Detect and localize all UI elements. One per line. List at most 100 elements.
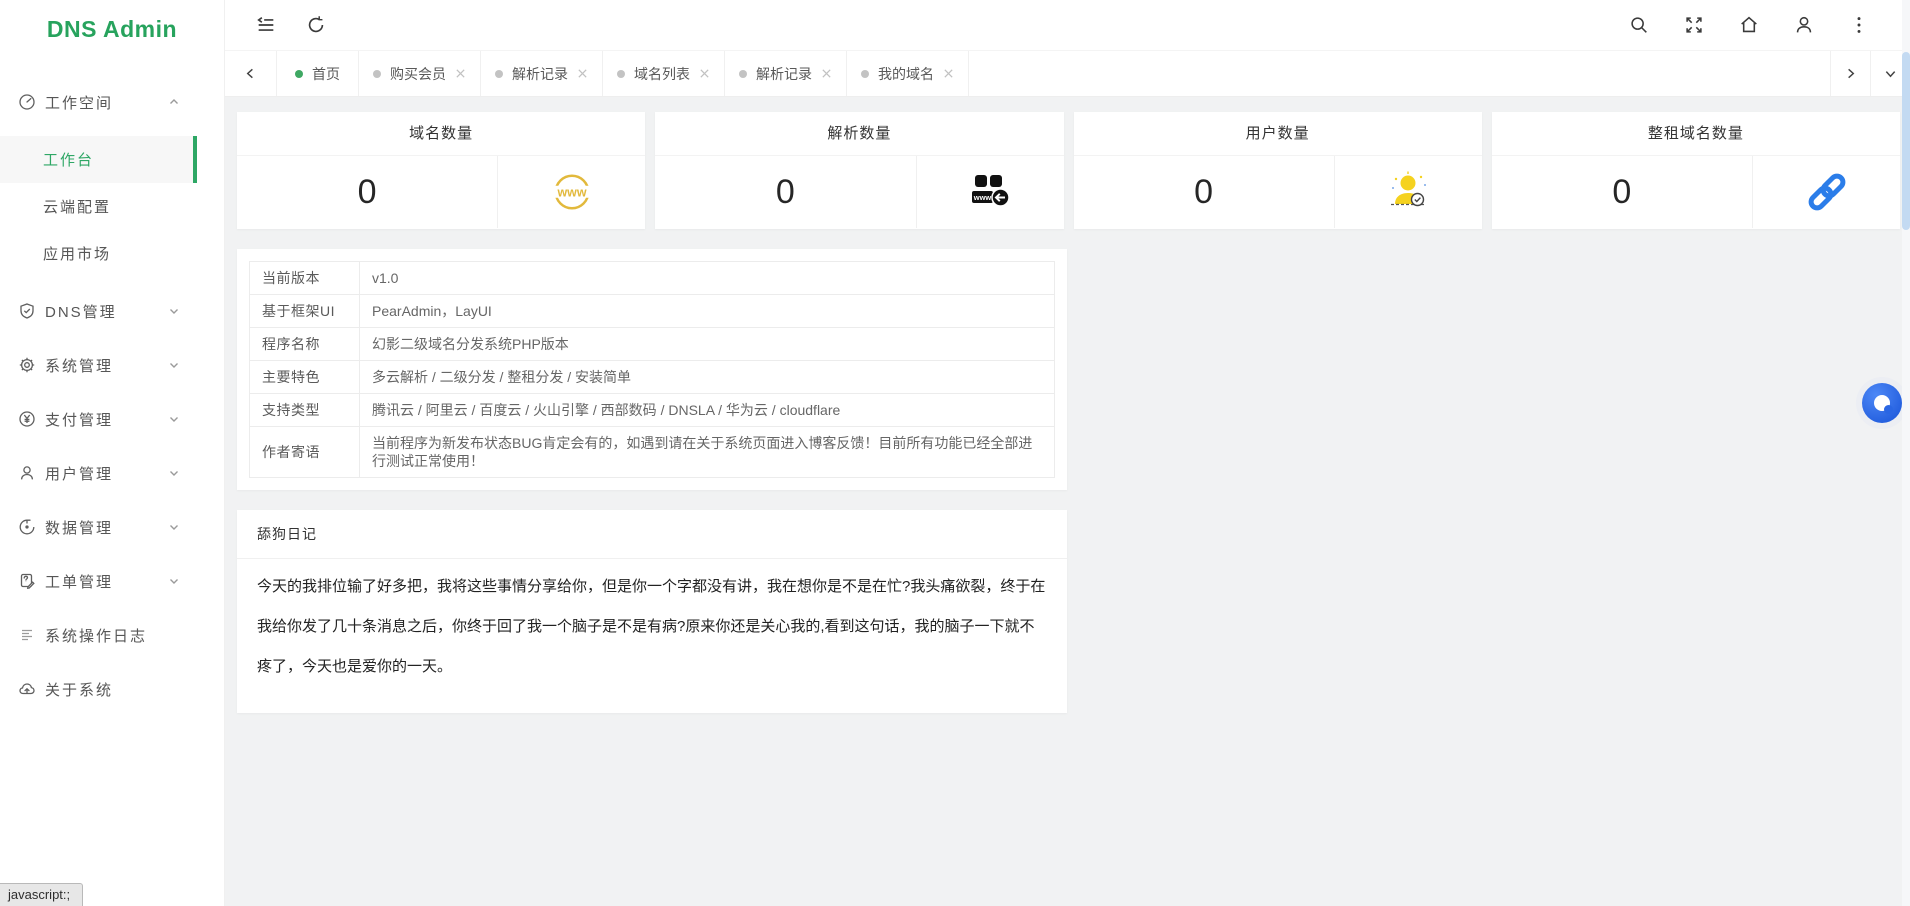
chevron-down-icon — [168, 305, 180, 317]
tab-resolve-records-1[interactable]: 解析记录 — [481, 51, 603, 96]
chevron-down-icon — [168, 359, 180, 371]
user-icon — [18, 464, 36, 482]
diary-card: 舔狗日记 今天的我排位输了好多把，我将这些事情分享给你，但是你一个字都没有讲，我… — [237, 510, 1067, 713]
tab-status-dot — [295, 70, 303, 78]
stat-card-rented-domains: 整租域名数量 0 — [1492, 112, 1900, 229]
search-button[interactable] — [1628, 14, 1650, 36]
sidebar-item-label: 工作空间 — [45, 92, 113, 113]
floating-assistant-button[interactable] — [1856, 377, 1908, 429]
kebab-menu-icon — [1848, 14, 1870, 36]
fullscreen-icon — [1683, 14, 1705, 36]
sidebar-item-workspace[interactable]: 工作空间 — [0, 82, 224, 122]
info-value: PearAdmin，LayUI — [360, 295, 1055, 328]
sidebar-item-data-manage[interactable]: 数据管理 — [0, 507, 224, 547]
tab-buy-member[interactable]: 购买会员 — [359, 51, 481, 96]
sidebar-submenu-workspace: 工作台 云端配置 应用市场 — [0, 136, 224, 277]
assistant-icon — [1862, 383, 1902, 423]
home-icon — [1738, 14, 1760, 36]
info-label: 基于框架UI — [250, 295, 360, 328]
topbar-right — [1628, 14, 1910, 36]
close-icon[interactable] — [577, 68, 588, 79]
stat-card-resolves: 解析数量 0 www — [655, 112, 1063, 229]
close-icon[interactable] — [699, 68, 710, 79]
main-area: 首页 购买会员 解析记录 域名列表 解析记录 — [225, 0, 1910, 906]
info-label: 支持类型 — [250, 394, 360, 427]
sidebar-item-cloud-config[interactable]: 云端配置 — [0, 183, 224, 230]
user-icon — [1793, 14, 1815, 36]
stat-card-domains: 域名数量 0 www — [237, 112, 645, 229]
tabbar: 首页 购买会员 解析记录 域名列表 解析记录 — [225, 50, 1910, 97]
tab-resolve-records-2[interactable]: 解析记录 — [725, 51, 847, 96]
tab-status-dot — [495, 70, 503, 78]
tabs-scroll-left-button[interactable] — [225, 51, 277, 96]
chevron-down-icon — [168, 521, 180, 533]
chevron-right-icon — [1844, 67, 1857, 80]
info-value: v1.0 — [360, 262, 1055, 295]
refresh-icon — [305, 14, 327, 36]
tab-status-dot — [373, 70, 381, 78]
sidebar-item-label: 系统操作日志 — [45, 625, 147, 646]
chevron-down-icon — [1884, 67, 1897, 80]
collapse-menu-icon — [255, 14, 277, 36]
sidebar-item-app-market[interactable]: 应用市场 — [0, 230, 224, 277]
system-info-table: 当前版本 v1.0 基于框架UI PearAdmin，LayUI 程序名称 幻影… — [249, 261, 1055, 478]
stat-title: 解析数量 — [655, 112, 1063, 156]
stat-title: 整租域名数量 — [1492, 112, 1900, 156]
sidebar-item-about-system[interactable]: 关于系统 — [0, 669, 224, 709]
chevron-up-icon — [168, 96, 180, 108]
data-sync-icon — [18, 518, 36, 536]
yen-icon — [18, 410, 36, 428]
sidebar-item-label: 关于系统 — [45, 679, 113, 700]
table-row: 作者寄语 当前程序为新发布状态BUG肯定会有的，如遇到请在关于系统页面进入博客反… — [250, 427, 1055, 478]
sidebar-item-label: 用户管理 — [45, 463, 113, 484]
tabs-scroll-right-button[interactable] — [1830, 51, 1870, 96]
shield-check-icon — [18, 302, 36, 320]
log-icon — [18, 626, 36, 644]
system-info-card: 当前版本 v1.0 基于框架UI PearAdmin，LayUI 程序名称 幻影… — [237, 249, 1067, 490]
collapse-sidebar-button[interactable] — [255, 14, 277, 36]
stat-value: 0 — [655, 156, 916, 228]
more-menu-button[interactable] — [1848, 14, 1870, 36]
table-row: 支持类型 腾讯云 / 阿里云 / 百度云 / 火山引擎 / 西部数码 / DNS… — [250, 394, 1055, 427]
close-icon[interactable] — [821, 68, 832, 79]
info-label: 作者寄语 — [250, 427, 360, 478]
sidebar-item-label: 支付管理 — [45, 409, 113, 430]
close-icon[interactable] — [943, 68, 954, 79]
app-root: DNS Admin 工作空间 工作台 云端配置 应用市场 DNS管理 系统管理 — [0, 0, 1910, 906]
refresh-button[interactable] — [305, 14, 327, 36]
info-label: 当前版本 — [250, 262, 360, 295]
dns-resolve-icon: www — [968, 172, 1012, 212]
sidebar-item-payment-manage[interactable]: 支付管理 — [0, 399, 224, 439]
chevron-down-icon — [168, 467, 180, 479]
tab-label: 首页 — [312, 64, 340, 84]
tab-my-domains[interactable]: 我的域名 — [847, 51, 969, 96]
sidebar-item-system-manage[interactable]: 系统管理 — [0, 345, 224, 385]
info-value: 腾讯云 / 阿里云 / 百度云 / 火山引擎 / 西部数码 / DNSLA / … — [360, 394, 1055, 427]
sidebar-item-ticket-manage[interactable]: 工单管理 — [0, 561, 224, 601]
table-row: 当前版本 v1.0 — [250, 262, 1055, 295]
stats-row: 域名数量 0 www 解析数量 0 www — [237, 112, 1900, 229]
scrollbar-thumb[interactable] — [1902, 52, 1910, 230]
stat-title: 域名数量 — [237, 112, 645, 156]
user-button[interactable] — [1793, 14, 1815, 36]
tab-status-dot — [739, 70, 747, 78]
tab-domain-list[interactable]: 域名列表 — [603, 51, 725, 96]
domain-www-icon: www — [549, 169, 595, 215]
stat-title: 用户数量 — [1074, 112, 1482, 156]
info-label: 程序名称 — [250, 328, 360, 361]
sidebar-item-user-manage[interactable]: 用户管理 — [0, 453, 224, 493]
stat-value: 0 — [1492, 156, 1753, 228]
link-preview-statusbar: javascript:; — [0, 883, 83, 906]
home-button[interactable] — [1738, 14, 1760, 36]
sidebar-item-label: DNS管理 — [45, 301, 117, 322]
info-value: 当前程序为新发布状态BUG肯定会有的，如遇到请在关于系统页面进入博客反馈！目前所… — [360, 427, 1055, 478]
stat-card-users: 用户数量 0 — [1074, 112, 1482, 229]
sidebar-item-dns-manage[interactable]: DNS管理 — [0, 291, 224, 331]
close-icon[interactable] — [455, 68, 466, 79]
sidebar-item-workbench[interactable]: 工作台 — [0, 136, 197, 183]
tab-home[interactable]: 首页 — [277, 51, 359, 96]
sidebar: DNS Admin 工作空间 工作台 云端配置 应用市场 DNS管理 系统管理 — [0, 0, 225, 906]
fullscreen-button[interactable] — [1683, 14, 1705, 36]
sidebar-item-operation-log[interactable]: 系统操作日志 — [0, 615, 224, 655]
chevron-left-icon — [244, 67, 257, 80]
